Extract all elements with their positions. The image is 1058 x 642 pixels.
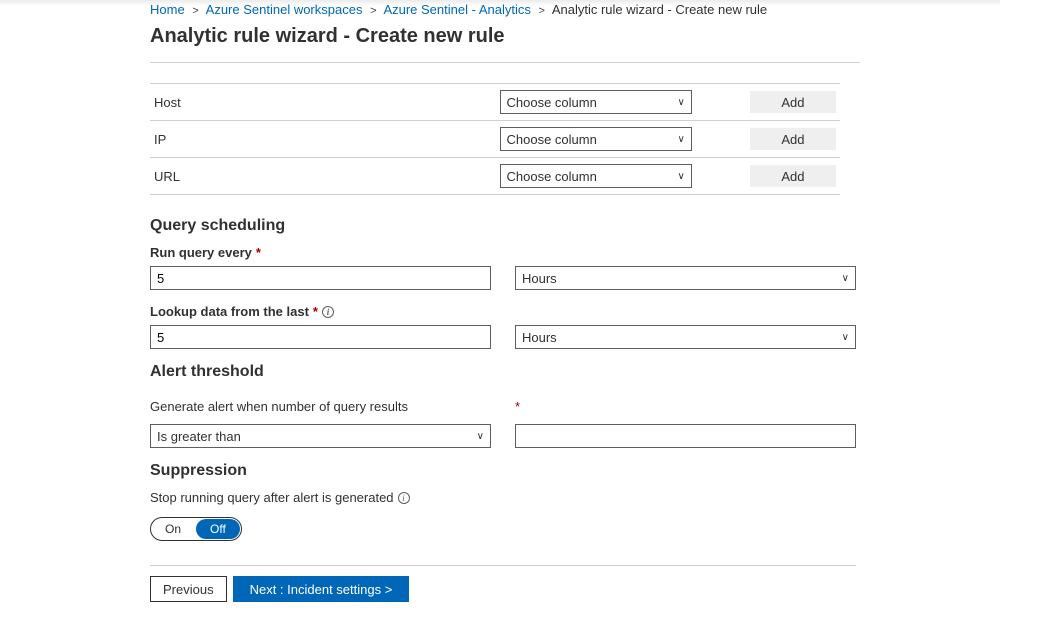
next-button[interactable]: Next : Incident settings >	[233, 576, 410, 602]
select-placeholder: Choose column	[507, 95, 597, 110]
info-icon[interactable]: i	[322, 306, 334, 318]
lookup-value-input[interactable]	[150, 325, 491, 349]
select-value: Hours	[522, 330, 557, 345]
map-label-ip: IP	[150, 121, 496, 158]
toggle-off-label: Off	[196, 519, 240, 539]
breadcrumb: Home > Azure Sentinel workspaces > Azure…	[150, 0, 1000, 21]
select-placeholder: Choose column	[507, 169, 597, 184]
chevron-down-icon: ∨	[677, 134, 684, 145]
run-query-label: Run query every *	[150, 245, 1000, 260]
breadcrumb-sep: >	[188, 5, 202, 17]
lookup-unit-select[interactable]: Hours ∨	[515, 325, 856, 349]
threshold-operator-select[interactable]: Is greater than ∨	[150, 424, 491, 448]
breadcrumb-sep: >	[534, 5, 548, 17]
chevron-down-icon: ∨	[842, 332, 849, 343]
add-ip-button[interactable]: Add	[750, 128, 836, 150]
map-label-host: Host	[150, 84, 496, 121]
breadcrumb-workspaces[interactable]: Azure Sentinel workspaces	[206, 2, 363, 17]
select-value: Is greater than	[157, 429, 241, 444]
threshold-value-input[interactable]	[515, 424, 856, 448]
required-asterisk: *	[313, 304, 318, 319]
table-row: URL Choose column ∨ Add	[150, 158, 840, 195]
chevron-down-icon: ∨	[677, 171, 684, 182]
select-value: Hours	[522, 271, 557, 286]
url-column-select[interactable]: Choose column ∨	[500, 164, 692, 188]
chevron-down-icon: ∨	[842, 273, 849, 284]
entity-mapping-table: Host Choose column ∨ Add IP Choose colum…	[150, 83, 840, 195]
required-asterisk: *	[515, 399, 520, 414]
toggle-on-label: On	[151, 522, 195, 536]
section-alert-threshold: Alert threshold	[150, 363, 1000, 381]
chevron-down-icon: ∨	[677, 97, 684, 108]
table-row: Host Choose column ∨ Add	[150, 84, 840, 121]
threshold-label: Generate alert when number of query resu…	[150, 399, 491, 414]
run-query-unit-select[interactable]: Hours ∨	[515, 266, 856, 290]
divider	[150, 62, 860, 63]
add-url-button[interactable]: Add	[750, 165, 836, 187]
required-asterisk: *	[256, 245, 261, 260]
breadcrumb-analytics[interactable]: Azure Sentinel - Analytics	[383, 2, 530, 17]
run-query-value-input[interactable]	[150, 266, 491, 290]
map-label-url: URL	[150, 158, 496, 195]
suppression-toggle[interactable]: On Off	[150, 517, 242, 541]
select-placeholder: Choose column	[507, 132, 597, 147]
section-suppression: Suppression	[150, 462, 1000, 480]
ip-column-select[interactable]: Choose column ∨	[500, 127, 692, 151]
host-column-select[interactable]: Choose column ∨	[500, 90, 692, 114]
breadcrumb-sep: >	[366, 5, 380, 17]
lookup-data-label: Lookup data from the last * i	[150, 304, 1000, 319]
previous-button[interactable]: Previous	[150, 576, 227, 602]
info-icon[interactable]: i	[398, 492, 410, 504]
threshold-value-label: *	[515, 399, 856, 414]
section-query-scheduling: Query scheduling	[150, 217, 1000, 235]
suppression-label: Stop running query after alert is genera…	[150, 490, 1000, 505]
chevron-down-icon: ∨	[477, 431, 484, 442]
page-title: Analytic rule wizard - Create new rule	[150, 25, 1000, 48]
wizard-footer: Previous Next : Incident settings >	[150, 565, 856, 602]
breadcrumb-current: Analytic rule wizard - Create new rule	[552, 2, 767, 17]
table-row: IP Choose column ∨ Add	[150, 121, 840, 158]
add-host-button[interactable]: Add	[750, 91, 836, 113]
breadcrumb-home[interactable]: Home	[150, 2, 185, 17]
